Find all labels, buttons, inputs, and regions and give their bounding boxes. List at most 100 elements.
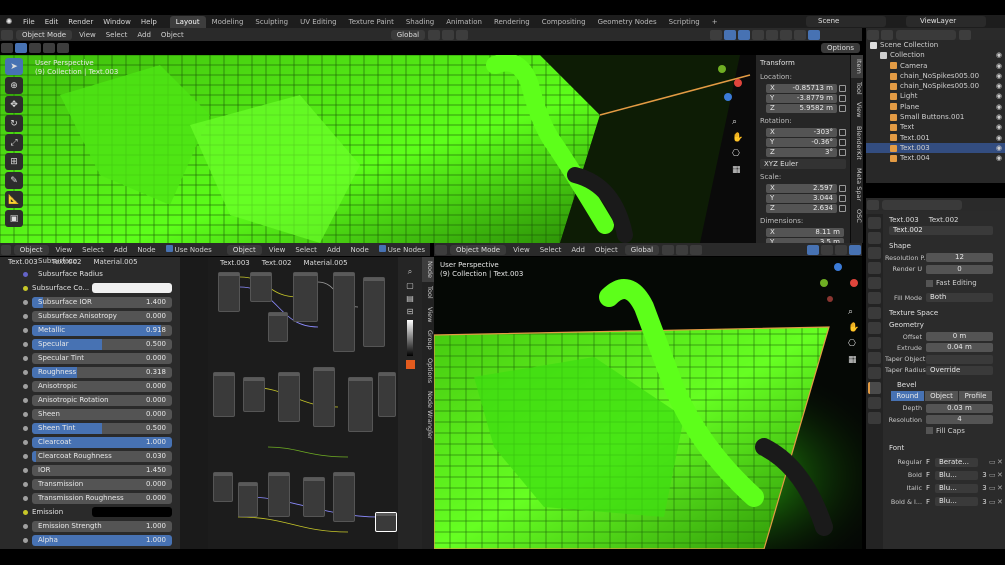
socket-dot-icon[interactable]	[23, 425, 28, 431]
workspace-tab-animation[interactable]: Animation	[440, 16, 488, 28]
socket-dot-icon[interactable]	[23, 453, 28, 459]
font-field[interactable]: Blu...	[935, 483, 978, 493]
use-nodes-checkbox[interactable]	[165, 245, 173, 252]
socket-dot-icon[interactable]	[23, 383, 28, 389]
viewport-menu-object[interactable]: Object	[156, 31, 189, 39]
workspace-tab-rendering[interactable]: Rendering	[488, 16, 536, 28]
world-props-icon[interactable]	[868, 292, 881, 304]
visibility-eye-icon[interactable]: ◉	[996, 50, 1002, 60]
socket-dot-icon[interactable]	[23, 467, 28, 473]
tool-props-icon[interactable]	[868, 217, 881, 229]
camera-view-icon[interactable]: ⎔	[732, 149, 744, 159]
taper-object-field[interactable]	[926, 354, 993, 364]
node-box[interactable]	[243, 377, 265, 412]
geometry-panel-header[interactable]: Geometry	[885, 319, 1005, 331]
material-input-row[interactable]: Anisotropic 0.000	[0, 379, 180, 393]
editor-type-icon[interactable]	[435, 244, 447, 255]
shading-solid-icon[interactable]	[780, 29, 793, 40]
material-input-row[interactable]: Roughness 0.318	[0, 365, 180, 379]
lock-icon[interactable]	[839, 84, 846, 92]
bottom-3d-viewport[interactable]: User Perspective (9) Collection | Text.0…	[434, 257, 862, 549]
outliner-display-icon[interactable]	[881, 29, 893, 40]
rotation-y-row[interactable]: Y -0.36°	[760, 137, 846, 147]
material-slider[interactable]: Sheen Tint 0.500	[32, 422, 172, 434]
menu-render[interactable]: Render	[63, 18, 98, 26]
material-props-icon[interactable]	[868, 397, 881, 409]
visibility-eye-icon[interactable]: ◉	[996, 61, 1002, 71]
select-new-icon[interactable]	[15, 42, 27, 53]
visibility-eye-icon[interactable]: ◉	[996, 143, 1002, 153]
editor-type-icon[interactable]	[1, 29, 13, 40]
workspace-tab-texture-paint[interactable]: Texture Paint	[343, 16, 400, 28]
select-extend-icon[interactable]	[29, 42, 41, 53]
color-ramp-swatch[interactable]	[407, 320, 413, 356]
material-slider[interactable]: Sheen 0.000	[32, 408, 172, 420]
workspace-tab-modeling[interactable]: Modeling	[206, 16, 250, 28]
material-slider[interactable]: Metallic 0.918	[32, 324, 172, 336]
material-slider[interactable]: IOR 1.450	[32, 464, 172, 476]
select-subtract-icon[interactable]	[43, 42, 55, 53]
material-input-row[interactable]: Specular Tint 0.000	[0, 351, 180, 365]
scene-props-icon[interactable]	[868, 277, 881, 289]
folder-icon[interactable]: ▭	[989, 458, 997, 466]
outliner-row[interactable]: Collection ◉	[866, 50, 1005, 60]
outliner-row[interactable]: Text.004 ◉	[866, 153, 1005, 163]
node-box[interactable]	[268, 312, 288, 342]
scale-z-row[interactable]: Z 2.634	[760, 203, 846, 213]
constraints-props-icon[interactable]	[868, 367, 881, 379]
shader-menu-select[interactable]: Select	[77, 246, 109, 254]
properties-search-input[interactable]	[882, 199, 962, 210]
location-z-row[interactable]: Z 5.9582 m	[760, 103, 846, 113]
node-tab-node[interactable]: Node	[422, 257, 434, 282]
ortho-grid-icon[interactable]: ▦	[732, 165, 744, 175]
socket-dot-icon[interactable]	[23, 537, 28, 543]
node-tab-tool[interactable]: Tool	[422, 282, 434, 303]
menu-window[interactable]: Window	[98, 18, 136, 26]
workspace-tab-shading[interactable]: Shading	[400, 16, 440, 28]
physics-props-icon[interactable]	[868, 352, 881, 364]
socket-dot-icon[interactable]	[23, 369, 28, 375]
socket-dot-icon[interactable]	[23, 285, 28, 291]
socket-dot-icon[interactable]	[23, 355, 28, 361]
selected-node-box[interactable]	[375, 512, 397, 532]
lock-icon[interactable]	[839, 148, 846, 156]
shader-object-dropdown-2[interactable]: Object	[226, 244, 262, 255]
material-slider[interactable]: Transmission Roughness 0.000	[32, 492, 172, 504]
scale-y-row[interactable]: Y 3.044	[760, 193, 846, 203]
visibility-eye-icon[interactable]: ◉	[996, 91, 1002, 101]
editor-type-icon[interactable]	[1, 244, 11, 255]
add-cube-tool-icon[interactable]: ▣	[5, 210, 23, 227]
node-box[interactable]	[278, 372, 300, 422]
sidebar-tab-item[interactable]: Item	[851, 55, 863, 78]
material-slider[interactable]: Transmission 0.000	[32, 478, 172, 490]
outliner-row[interactable]: chain_NoSpikes005.00 ◉	[866, 81, 1005, 91]
material-slider[interactable]: Specular 0.500	[32, 338, 172, 350]
socket-dot-icon[interactable]	[23, 481, 28, 487]
workspace-tab-compositing[interactable]: Compositing	[536, 16, 592, 28]
shading-wireframe-icon[interactable]	[766, 29, 779, 40]
filter-icon[interactable]	[959, 29, 971, 40]
backdrop-icon[interactable]: ▤	[406, 294, 414, 303]
outliner-row[interactable]: chain_NoSpikes005.00 ◉	[866, 71, 1005, 81]
fill-caps-checkbox[interactable]	[926, 427, 933, 435]
sidebar-tab-view[interactable]: View	[851, 98, 863, 121]
shading-rendered-icon[interactable]	[849, 244, 861, 255]
rotate-tool-icon[interactable]: ↻	[5, 115, 23, 132]
viewport-menu-select[interactable]: Select	[101, 31, 133, 39]
material-slider[interactable]: Alpha 1.000	[32, 534, 172, 546]
material-slider[interactable]: Clearcoat 1.000	[32, 436, 172, 448]
xray-icon[interactable]	[752, 29, 765, 40]
texture-space-panel-header[interactable]: Texture Space	[885, 307, 1005, 319]
zoom-icon[interactable]: ⌕	[732, 117, 744, 127]
workspace-tab-layout[interactable]: Layout	[169, 15, 206, 28]
lock-icon[interactable]	[839, 128, 846, 136]
material-input-row[interactable]: Sheen 0.000	[0, 407, 180, 421]
lock-icon[interactable]	[839, 184, 846, 192]
material-slider[interactable]: Clearcoat Roughness 0.030	[32, 450, 172, 462]
shape-panel-header[interactable]: Shape	[885, 240, 1005, 252]
zoom-icon[interactable]: ⌕	[408, 267, 412, 277]
add-workspace-button[interactable]: +	[706, 16, 724, 28]
outliner-row[interactable]: Text.001 ◉	[866, 133, 1005, 143]
use-nodes-toggle[interactable]: Use Nodes	[161, 245, 217, 254]
snap-icon[interactable]	[676, 244, 689, 255]
